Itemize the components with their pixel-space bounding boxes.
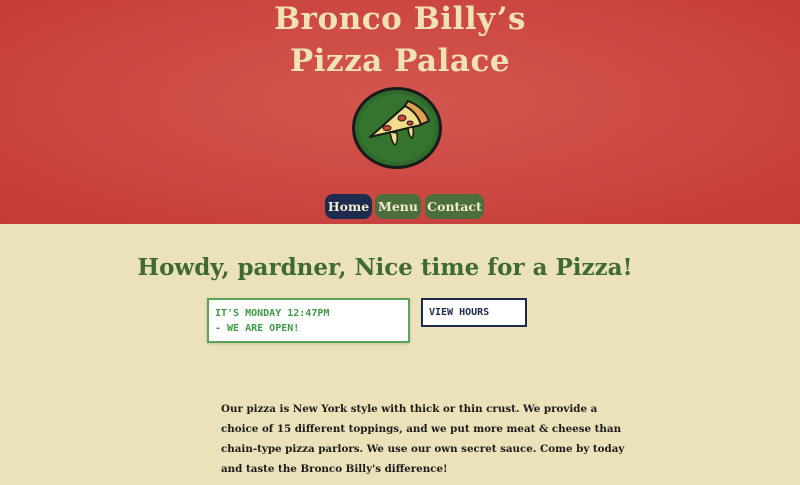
status-day-time: IT'S MONDAY 12:47PM bbox=[215, 308, 330, 319]
about-line: Our pizza is New York style with thick o… bbox=[221, 403, 598, 415]
view-hours-button[interactable]: VIEW HOURS bbox=[421, 298, 527, 327]
open-status-box: IT'S MONDAY 12:47PM - WE ARE OPEN! bbox=[207, 298, 410, 343]
main-nav: Home Menu Contact bbox=[0, 194, 800, 220]
site-header: Bronco Billy’s Pizza Palace Home Menu Co… bbox=[0, 0, 800, 224]
nav-menu-button[interactable]: Menu bbox=[375, 194, 421, 219]
about-line: chain-type pizza parlors. We use our own… bbox=[221, 443, 625, 455]
about-line: choice of 15 different toppings, and we … bbox=[221, 423, 622, 435]
site-title-line-1: Bronco Billy’s bbox=[273, 1, 527, 37]
nav-home-button[interactable]: Home bbox=[325, 194, 372, 219]
site-title-line-2: Pizza Palace bbox=[289, 43, 511, 79]
status-open-text: - WE ARE OPEN! bbox=[215, 323, 300, 334]
nav-contact-button[interactable]: Contact bbox=[425, 194, 484, 219]
about-line: and taste the Bronco Billy's difference! bbox=[221, 463, 448, 475]
about-paragraph: Our pizza is New York style with thick o… bbox=[221, 399, 625, 479]
pizza-slice-logo bbox=[352, 87, 442, 169]
page-headline: Howdy, pardner, Nice time for a Pizza! bbox=[137, 254, 633, 281]
